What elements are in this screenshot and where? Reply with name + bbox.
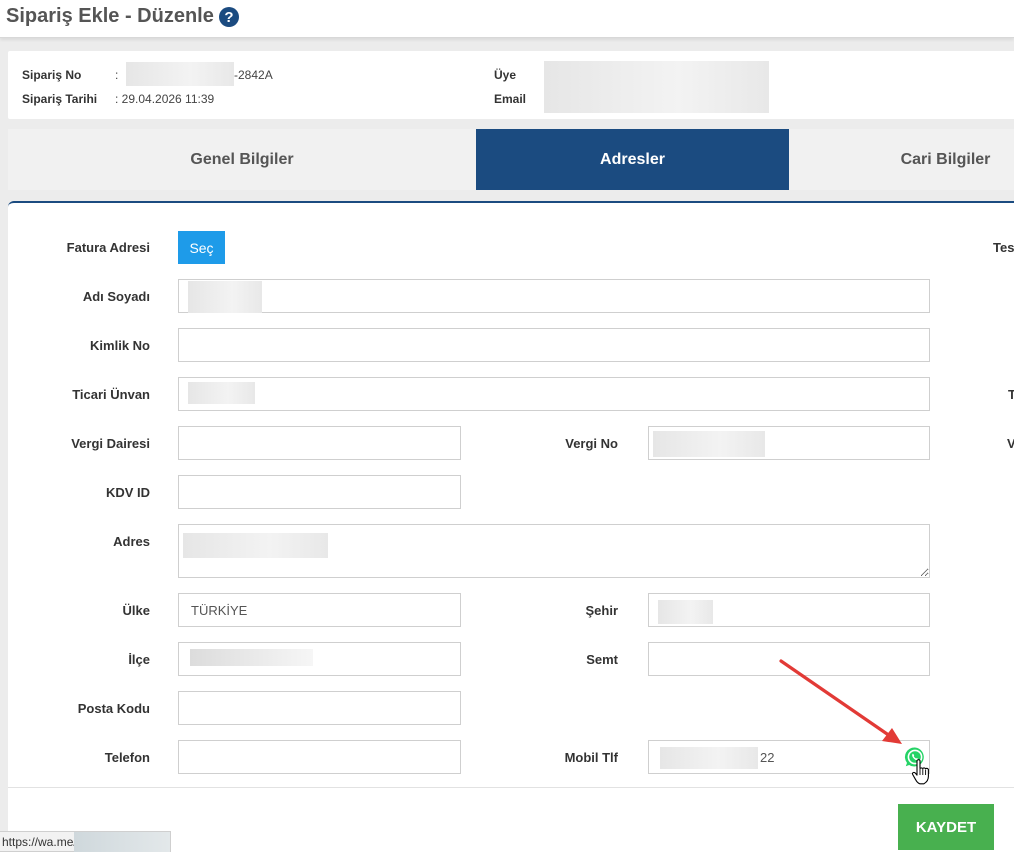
postal-code-field[interactable] [178,691,461,725]
full-name-redacted [188,281,262,313]
trade-name-label: Ticari Ünvan [72,387,150,402]
vat-id-label: KDV ID [105,485,150,500]
address-label: Adres [113,534,150,549]
tax-no-redacted [653,431,765,457]
neighborhood-label: Semt [586,652,618,667]
full-name-field[interactable] [178,279,930,313]
tab-adresler[interactable]: Adresler [476,129,789,190]
order-no-prefix: : [115,68,119,82]
tax-office-field[interactable] [178,426,461,460]
phone-field[interactable] [178,740,461,774]
svg-text:?: ? [224,9,233,26]
status-bar-url: https://wa.me/ [0,831,171,852]
annotation-arrow-icon [776,656,906,748]
page-title: Sipariş Ekle - Düzenle [6,5,214,27]
id-no-label: Kimlik No [90,338,150,353]
mobile-redacted [660,747,758,769]
tax-office-label: Vergi Dairesi [71,436,150,451]
tab-genel-bilgiler[interactable]: Genel Bilgiler [8,129,476,190]
status-url-redacted [74,832,170,852]
country-value: TÜRKİYE [191,602,248,618]
vat-id-field[interactable] [178,475,461,509]
order-info-panel: Sipariş No : -2842A Sipariş Tarihi : 29.… [8,51,1014,119]
order-no-suffix: -2842A [234,68,273,82]
tab-bar: Genel Bilgiler Adresler Cari Bilgiler [8,129,1014,190]
country-label: Ülke [122,603,150,618]
city-redacted [658,600,713,624]
order-date-value: : 29.04.2026 11:39 [115,92,215,106]
member-label: Üye [494,68,517,82]
status-url-text: https://wa.me/ [2,835,77,849]
city-label: Şehir [585,603,618,618]
hand-cursor-icon [911,758,933,786]
member-email-redacted [544,61,769,113]
order-date-label: Sipariş Tarihi [22,92,98,106]
tab-cari-bilgiler[interactable]: Cari Bilgiler [789,129,1014,190]
order-no-redacted [126,62,234,86]
mobile-value-suffix: 22 [760,750,775,765]
mobile-label: Mobil Tlf [564,750,618,765]
address-redacted [183,533,328,558]
billing-address-label: Fatura Adresi [66,240,150,255]
trade-name-redacted [188,382,255,404]
email-label: Email [494,92,527,106]
clipped-label-t: T [1008,387,1014,402]
id-no-field[interactable] [178,328,930,362]
help-icon[interactable]: ? [218,6,240,28]
full-name-label: Adı Soyadı [82,289,150,304]
trade-name-field[interactable] [178,377,930,411]
tax-no-field[interactable] [648,426,930,460]
district-redacted [190,649,313,666]
order-no-label: Sipariş No [22,68,82,82]
district-label: İlçe [128,652,150,667]
phone-label: Telefon [104,750,150,765]
country-field[interactable]: TÜRKİYE [178,593,461,627]
clipped-label-v: V [1007,436,1014,451]
select-address-button[interactable]: Seç [178,231,225,264]
district-field[interactable] [178,642,461,676]
tax-no-label: Vergi No [565,436,618,451]
delivery-address-label-clipped: Tes [993,240,1014,255]
city-field[interactable] [648,593,930,627]
save-button[interactable]: KAYDET [898,804,994,850]
title-bar: Sipariş Ekle - Düzenle ? [0,0,1014,38]
postal-code-label: Posta Kodu [77,701,150,716]
